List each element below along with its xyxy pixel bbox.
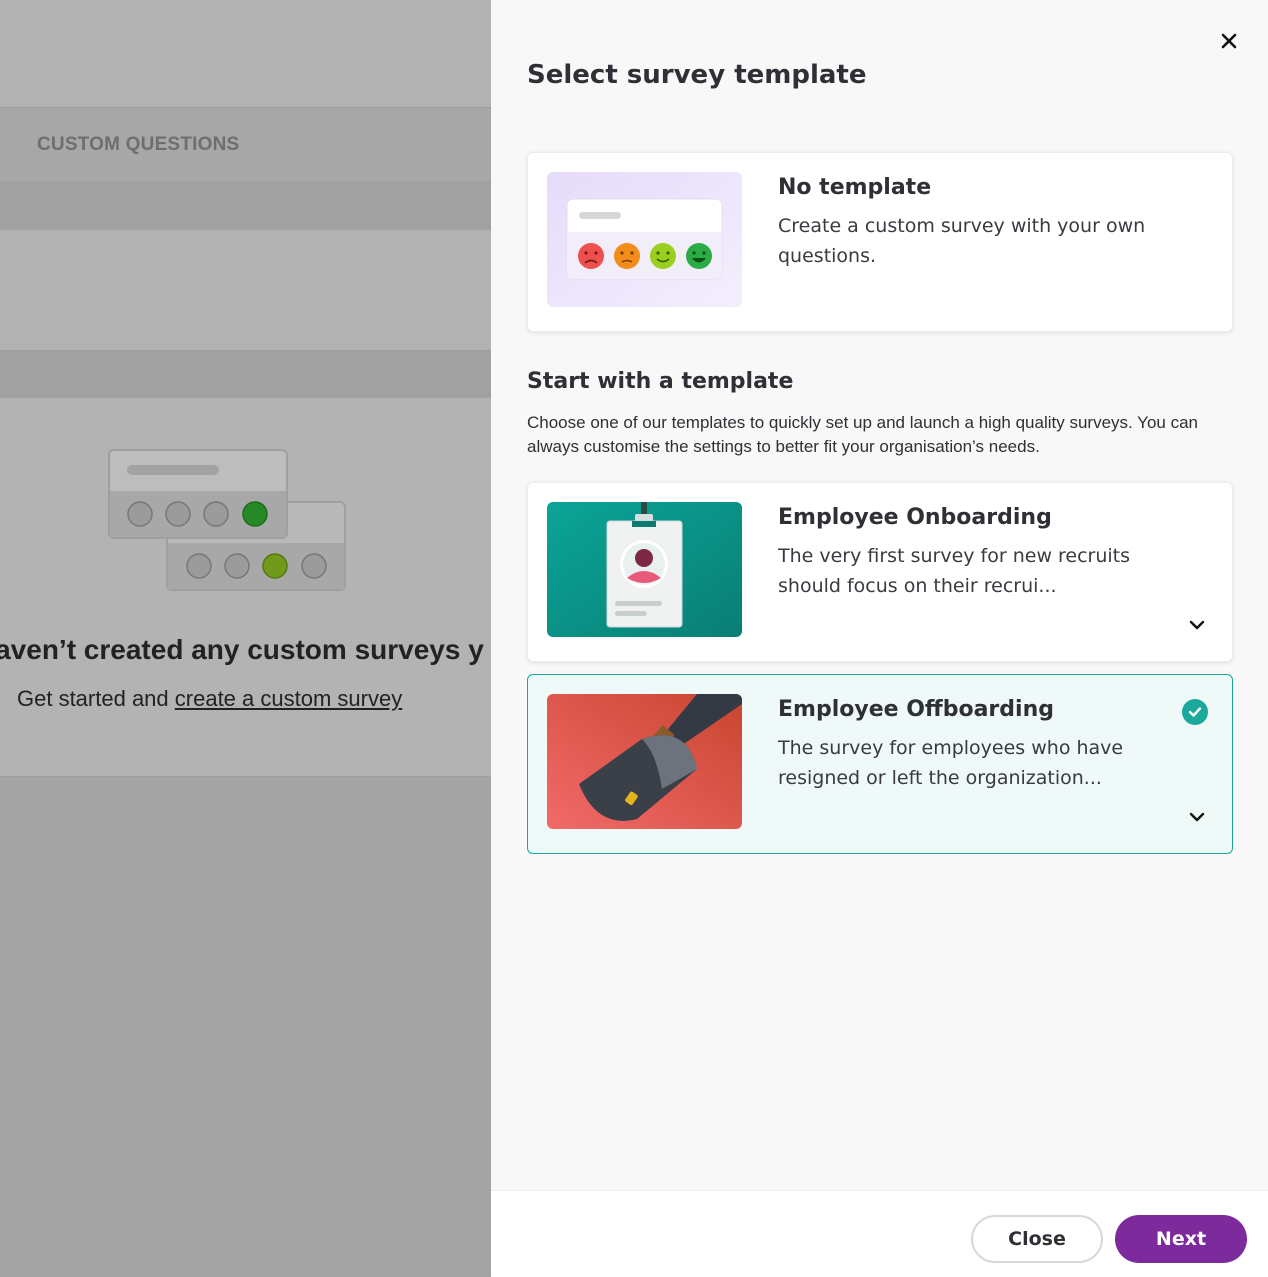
- drawer-title: Select survey template: [527, 60, 867, 90]
- empty-state-text: Get started and: [17, 686, 175, 711]
- section-title: Start with a template: [527, 369, 794, 394]
- select-template-drawer: Select survey template No template Creat…: [491, 0, 1268, 1277]
- chevron-down-icon[interactable]: [1186, 806, 1208, 828]
- offboarding-title: Employee Offboarding: [778, 697, 1054, 722]
- no-template-card[interactable]: No template Create a custom survey with …: [527, 152, 1233, 332]
- chevron-down-icon[interactable]: [1186, 614, 1208, 636]
- background-card: [0, 230, 491, 351]
- background-page: CUSTOM QUESTIONS haven’t created any cus…: [0, 0, 491, 1276]
- close-icon[interactable]: [1216, 28, 1242, 54]
- no-template-illustration: [547, 172, 742, 307]
- drawer-footer: Close Next: [491, 1190, 1268, 1277]
- onboarding-title: Employee Onboarding: [778, 505, 1052, 530]
- background-divider: [0, 181, 491, 230]
- onboarding-description: The very first survey for new recruits s…: [778, 545, 1131, 597]
- section-description: Choose one of our templates to quickly s…: [527, 413, 1198, 456]
- next-button[interactable]: Next: [1115, 1215, 1247, 1263]
- offboarding-illustration: [547, 694, 742, 829]
- no-template-description: Create a custom survey with your own que…: [778, 215, 1146, 267]
- check-circle-icon: [1182, 699, 1208, 725]
- create-custom-survey-link[interactable]: create a custom survey: [175, 686, 402, 711]
- empty-state-illustration: [108, 449, 346, 591]
- empty-state-subtitle: Get started and create a custom survey: [17, 686, 402, 712]
- template-card-onboarding[interactable]: Employee Onboarding The very first surve…: [527, 482, 1233, 662]
- tab-custom-questions: CUSTOM QUESTIONS: [37, 134, 240, 155]
- no-template-title: No template: [778, 175, 932, 200]
- background-header: [0, 0, 491, 108]
- background-divider: [0, 351, 491, 398]
- offboarding-description: The survey for employees who have resign…: [778, 737, 1124, 789]
- onboarding-illustration: [547, 502, 742, 637]
- close-button[interactable]: Close: [971, 1215, 1103, 1263]
- template-card-offboarding[interactable]: Employee Offboarding The survey for empl…: [527, 674, 1233, 854]
- empty-state-title: haven’t created any custom surveys y: [0, 634, 484, 665]
